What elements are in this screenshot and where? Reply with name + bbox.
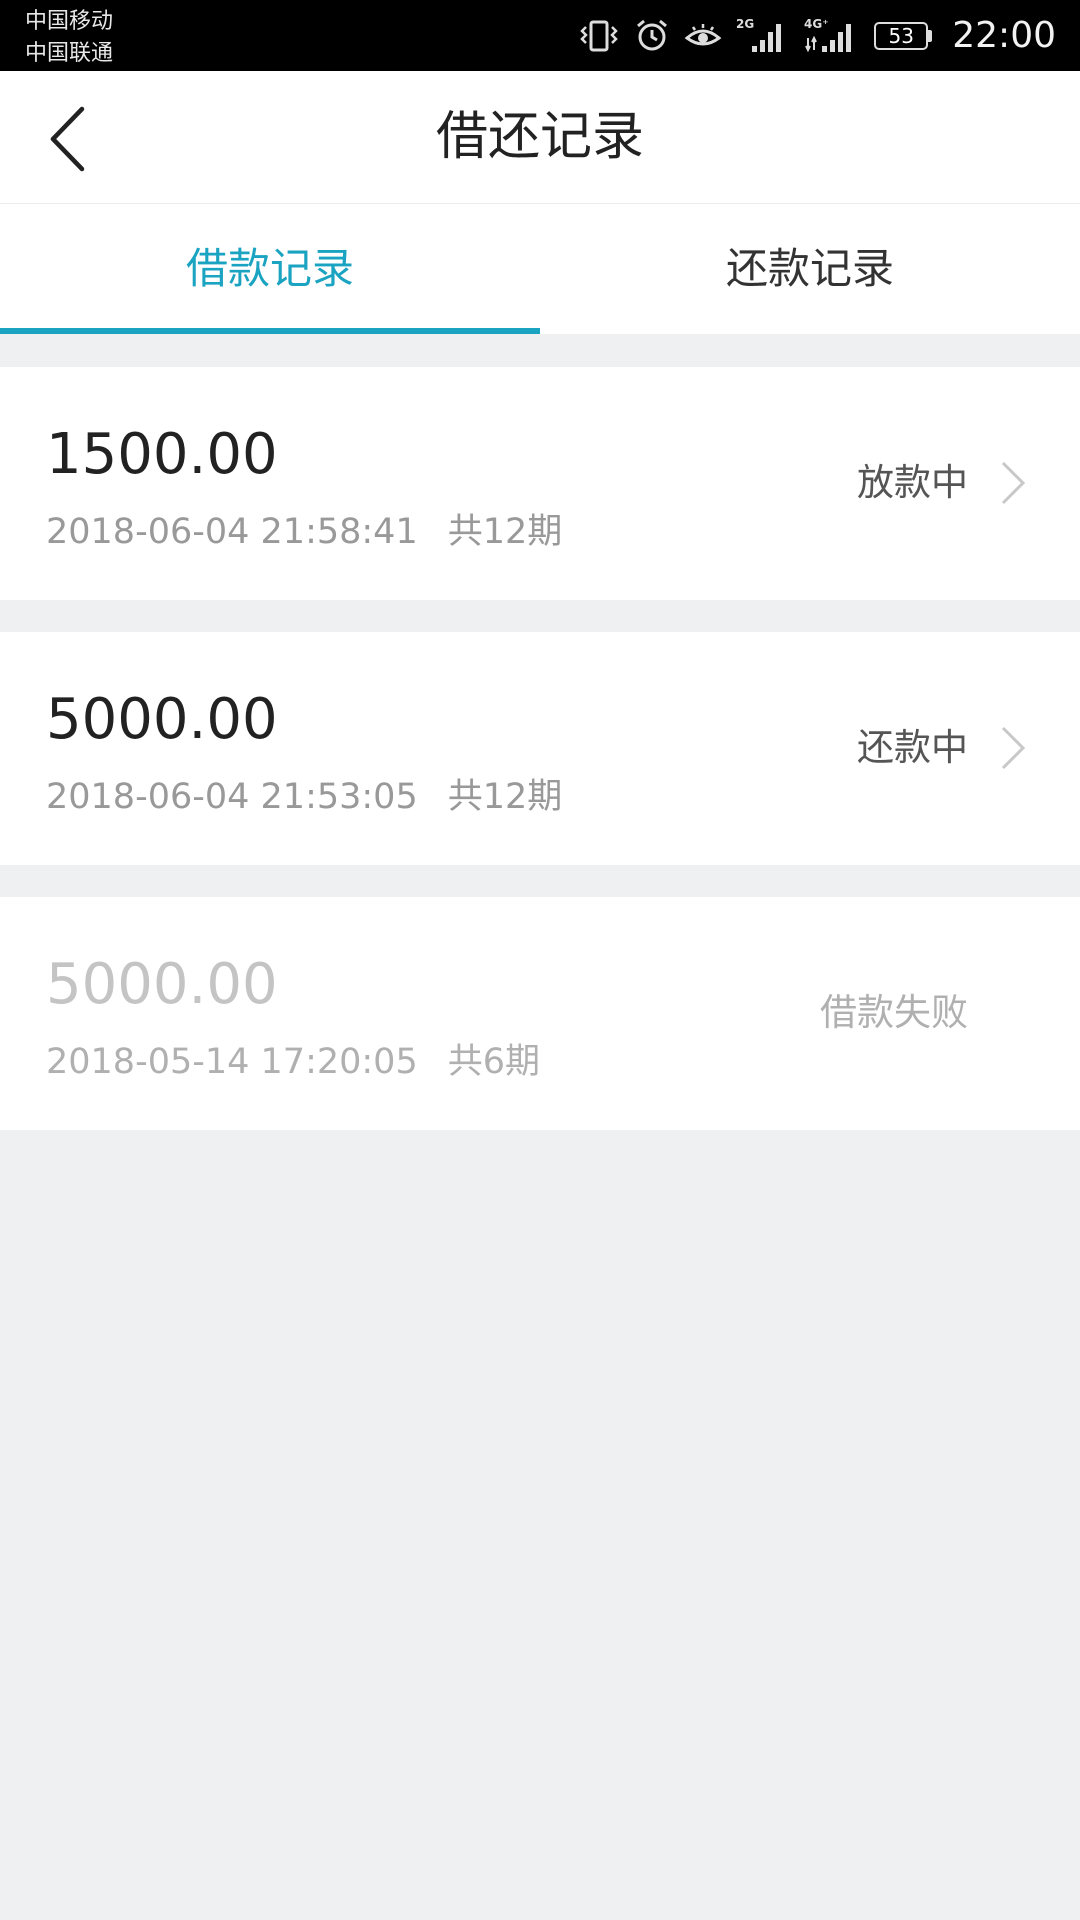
page-title: 借还记录 (435, 107, 644, 167)
alarm-icon (634, 18, 670, 54)
loan-meta: 2018-05-14 17:20:05 共6期 (46, 1037, 540, 1087)
status-badge: 放款中 (857, 461, 968, 504)
loan-meta: 2018-06-04 21:58:41 共12期 (46, 507, 562, 557)
status-bar: 中国移动 中国联通 2G 4G⁺ 53 22:00 (0, 0, 1080, 71)
chevron-right-icon (1001, 461, 1026, 505)
loan-amount: 5000.00 (46, 952, 278, 1017)
clock: 22:00 (952, 15, 1056, 56)
list-item[interactable]: 5000.00 2018-06-04 21:53:05 共12期 还款中 (0, 632, 1080, 865)
network-2g-label: 2G (736, 17, 754, 31)
list-item[interactable]: 5000.00 2018-05-14 17:20:05 共6期 借款失败 (0, 897, 1080, 1130)
carrier-1: 中国移动 (25, 9, 114, 34)
loan-meta: 2018-06-04 21:53:05 共12期 (46, 772, 562, 822)
loan-amount: 1500.00 (46, 422, 278, 487)
header: 借还记录 (0, 71, 1080, 204)
status-icons: 2G 4G⁺ 53 22:00 (578, 0, 1056, 71)
loan-periods: 共12期 (447, 777, 563, 817)
loan-datetime: 2018-06-04 21:53:05 (46, 777, 418, 817)
loan-amount: 5000.00 (46, 687, 278, 752)
carrier-labels: 中国移动 中国联通 (25, 6, 113, 70)
carrier-2: 中国联通 (25, 41, 114, 66)
loan-datetime: 2018-06-04 21:58:41 (46, 512, 418, 552)
eye-comfort-icon (684, 21, 722, 51)
loan-periods: 共12期 (447, 512, 563, 552)
vibrate-icon (578, 19, 620, 53)
status-badge: 还款中 (857, 726, 968, 769)
status-badge: 借款失败 (820, 991, 968, 1034)
tab-repayment-records[interactable]: 还款记录 (540, 204, 1080, 334)
battery-level: 53 (874, 21, 929, 50)
signal-icon: 4G⁺ (804, 16, 860, 56)
tab-bar: 借款记录 还款记录 (0, 204, 1080, 334)
loan-periods: 共6期 (447, 1042, 541, 1082)
battery-icon: 53 (874, 21, 933, 50)
list-item[interactable]: 1500.00 2018-06-04 21:58:41 共12期 放款中 (0, 367, 1080, 600)
tab-loan-records[interactable]: 借款记录 (0, 204, 540, 334)
signal-icon: 2G (736, 16, 790, 56)
chevron-right-icon (1001, 726, 1026, 770)
loan-datetime: 2018-05-14 17:20:05 (46, 1042, 418, 1082)
network-4g-label: 4G⁺ (804, 17, 829, 31)
